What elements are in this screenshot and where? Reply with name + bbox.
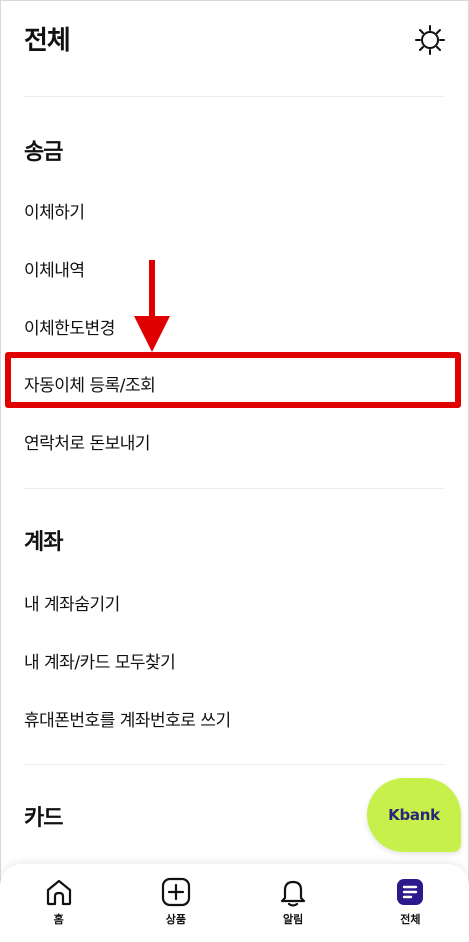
kbank-floating-button[interactable]: Kbank [367, 778, 461, 852]
menu-item-find-accounts-cards[interactable]: 내 계좌/카드 모두찾기 [24, 648, 176, 673]
tab-all[interactable]: 전체 [352, 864, 469, 942]
section-title-transfer: 송금 [24, 140, 63, 165]
menu-item-send-to-contact[interactable]: 연락처로 돈보내기 [24, 429, 151, 454]
tab-home[interactable]: 홈 [0, 864, 117, 942]
page-title: 전체 [24, 26, 71, 56]
divider [24, 764, 444, 765]
settings-icon[interactable] [414, 24, 446, 56]
section-title-account: 계좌 [24, 530, 63, 555]
tab-label: 홈 [53, 913, 64, 926]
menu-list-icon [397, 879, 424, 905]
menu-item-transfer[interactable]: 이체하기 [24, 198, 85, 223]
red-arrow-annotation [134, 260, 170, 352]
menu-item-phone-as-account[interactable]: 휴대폰번호를 계좌번호로 쓰기 [24, 706, 231, 731]
menu-item-transfer-history[interactable]: 이체내역 [24, 256, 85, 281]
divider [24, 96, 444, 97]
tab-label: 전체 [400, 913, 421, 926]
menu-item-transfer-limit[interactable]: 이체한도변경 [24, 314, 115, 339]
tab-notifications[interactable]: 알림 [235, 864, 352, 942]
section-title-card: 카드 [24, 806, 63, 831]
home-icon [46, 879, 71, 906]
tab-products[interactable]: 상품 [117, 864, 234, 942]
bell-icon [281, 880, 306, 907]
divider [24, 488, 444, 489]
menu-item-hide-account[interactable]: 내 계좌숨기기 [24, 590, 120, 615]
bottom-tab-bar: 홈 상품 알림 전체 [0, 864, 469, 942]
highlight-box [5, 352, 461, 408]
plus-square-icon [161, 877, 190, 907]
tab-label: 상품 [165, 913, 186, 926]
tab-label: 알림 [283, 913, 304, 926]
